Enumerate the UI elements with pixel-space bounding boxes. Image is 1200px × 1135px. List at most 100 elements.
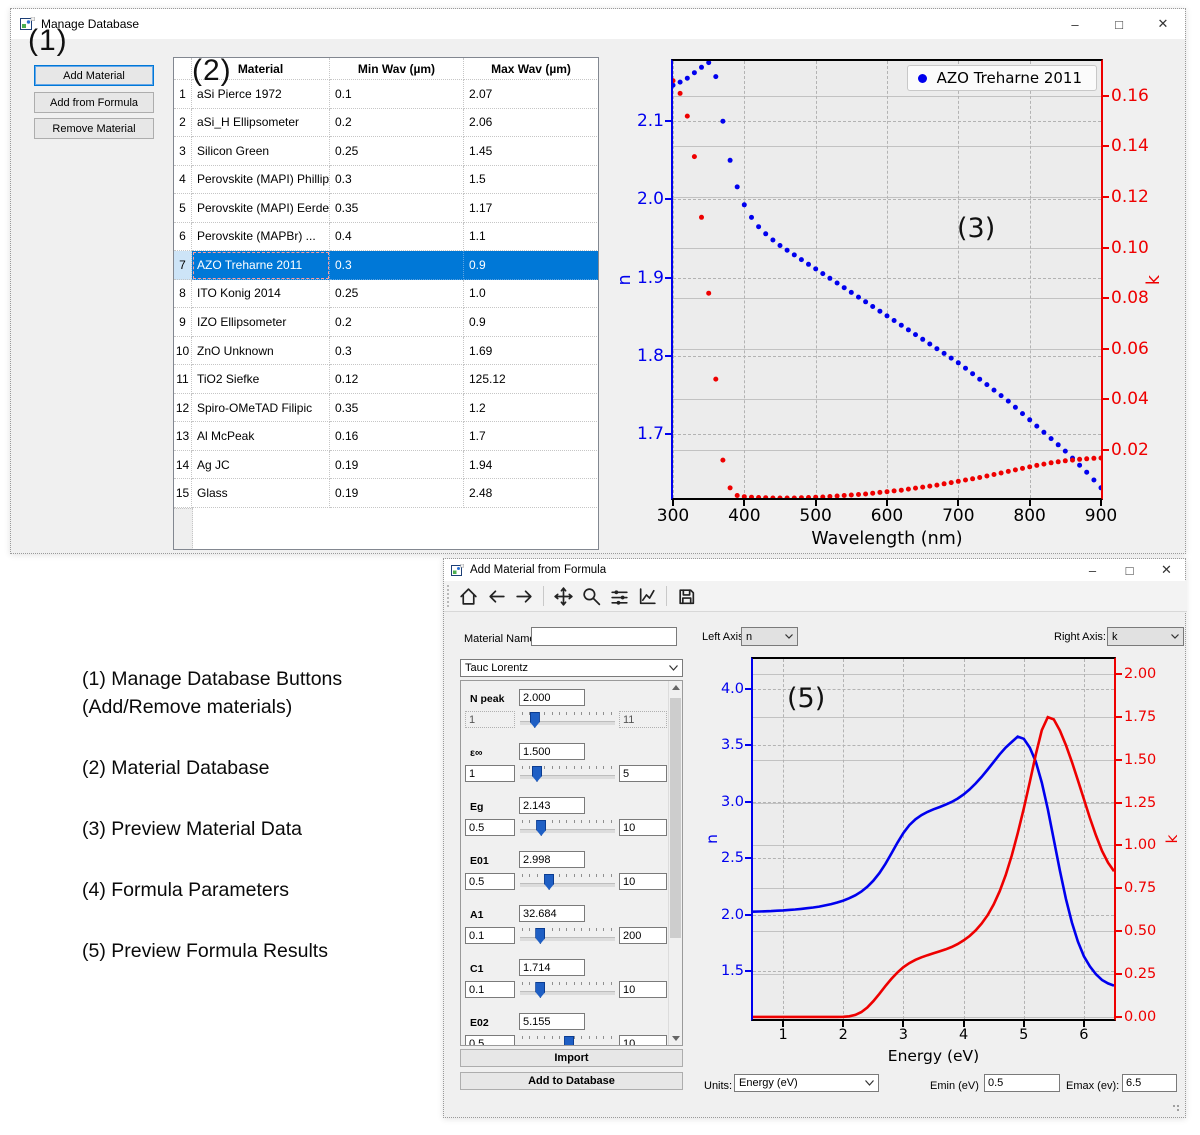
parameter-value-input[interactable] <box>519 851 585 868</box>
parameter-min-input[interactable] <box>465 873 515 890</box>
slider-track[interactable] <box>520 991 615 995</box>
close-button[interactable]: ✕ <box>1148 559 1185 581</box>
parameter-max-input[interactable] <box>619 927 667 944</box>
zoom-icon[interactable] <box>579 584 603 608</box>
material-name-input[interactable] <box>531 627 677 646</box>
formula-preview-chart[interactable]: 4.03.53.02.52.01.52.001.751.501.251.000.… <box>691 617 1187 1087</box>
parameter-max-input[interactable] <box>619 981 667 998</box>
toolbar-grip[interactable] <box>447 585 454 607</box>
maximize-button[interactable]: □ <box>1097 9 1141 39</box>
table-cell[interactable]: 1.69 <box>464 337 599 366</box>
table-cell[interactable]: 0.4 <box>330 223 464 252</box>
parameter-min-input[interactable] <box>465 981 515 998</box>
table-cell[interactable]: Perovskite (MAPI) Phillips <box>192 166 330 195</box>
add-to-database-button[interactable]: Add to Database <box>460 1072 683 1090</box>
table-cell[interactable]: Ag JC <box>192 451 330 480</box>
table-cell[interactable]: 0.16 <box>330 422 464 451</box>
table-cell[interactable]: 0.25 <box>330 137 464 166</box>
table-row-number[interactable]: 7 <box>174 251 192 280</box>
table-cell[interactable]: 0.12 <box>330 365 464 394</box>
table-cell[interactable]: Perovskite (MAPI) Eerden <box>192 194 330 223</box>
parameter-value-input[interactable] <box>519 905 585 922</box>
table-row-number[interactable]: 2 <box>174 109 192 138</box>
minimize-button[interactable]: – <box>1074 559 1111 581</box>
slider-track[interactable] <box>520 883 615 887</box>
table-cell[interactable]: IZO Ellipsometer <box>192 308 330 337</box>
slider-thumb[interactable] <box>564 1036 574 1046</box>
table-cell[interactable]: Glass <box>192 479 330 508</box>
formula-dropdown[interactable]: Tauc Lorentz <box>460 659 683 677</box>
table-row[interactable]: 10ZnO Unknown0.31.69 <box>174 337 599 366</box>
table-cell[interactable]: Silicon Green <box>192 137 330 166</box>
table-cell[interactable]: 0.19 <box>330 451 464 480</box>
table-row[interactable]: 7AZO Treharne 20110.30.9 <box>174 251 599 280</box>
table-row-number[interactable]: 12 <box>174 394 192 423</box>
table-row[interactable]: 2aSi_H Ellipsometer0.22.06 <box>174 109 599 138</box>
table-cell[interactable]: 0.35 <box>330 194 464 223</box>
table-row-number[interactable]: 6 <box>174 223 192 252</box>
table-cell[interactable]: 2.07 <box>464 80 599 109</box>
table-cell[interactable]: 0.9 <box>464 251 599 280</box>
resize-grip[interactable] <box>1172 1104 1182 1114</box>
units-dropdown[interactable]: Energy (eV) <box>734 1074 879 1092</box>
parameter-min-input[interactable] <box>465 927 515 944</box>
table-cell[interactable]: 2.48 <box>464 479 599 508</box>
parameter-max-input[interactable] <box>619 711 667 728</box>
table-cell[interactable]: 0.3 <box>330 337 464 366</box>
scroll-thumb[interactable] <box>670 698 681 938</box>
table-cell[interactable]: 1.0 <box>464 280 599 309</box>
table-header[interactable]: Min Wav (µm) <box>330 58 464 80</box>
table-row-number[interactable]: 3 <box>174 137 192 166</box>
pan-icon[interactable] <box>551 584 575 608</box>
table-row[interactable]: 6Perovskite (MAPBr) ...0.41.1 <box>174 223 599 252</box>
table-cell[interactable]: 1.2 <box>464 394 599 423</box>
table-row-number[interactable]: 9 <box>174 308 192 337</box>
table-cell[interactable]: 0.2 <box>330 109 464 138</box>
table-row-number[interactable]: 14 <box>174 451 192 480</box>
home-icon[interactable] <box>456 584 480 608</box>
table-cell[interactable]: ITO Konig 2014 <box>192 280 330 309</box>
parameter-max-input[interactable] <box>619 819 667 836</box>
table-row-number[interactable]: 13 <box>174 422 192 451</box>
table-cell[interactable]: 0.35 <box>330 394 464 423</box>
slider-thumb[interactable] <box>544 874 554 890</box>
table-cell[interactable]: Al McPeak <box>192 422 330 451</box>
parameter-value-input[interactable] <box>519 743 585 760</box>
table-row-number[interactable]: 10 <box>174 337 192 366</box>
slider-thumb[interactable] <box>530 712 540 728</box>
table-row[interactable]: 8ITO Konig 20140.251.0 <box>174 280 599 309</box>
parameter-max-input[interactable] <box>619 1035 667 1046</box>
parameter-min-input[interactable] <box>465 711 515 728</box>
table-cell[interactable]: AZO Treharne 2011 <box>192 251 330 280</box>
window2-titlebar[interactable]: Add Material from Formula – □ ✕ <box>444 559 1185 581</box>
slider-track[interactable] <box>520 937 615 941</box>
table-row[interactable]: 9IZO Ellipsometer0.20.9 <box>174 308 599 337</box>
table-cell[interactable]: 0.3 <box>330 251 464 280</box>
table-cell[interactable]: TiO2 Siefke <box>192 365 330 394</box>
table-row[interactable]: 11TiO2 Siefke0.12125.12 <box>174 365 599 394</box>
parameter-min-input[interactable] <box>465 1035 515 1046</box>
slider-thumb[interactable] <box>535 928 545 944</box>
save-icon[interactable] <box>674 584 698 608</box>
table-row[interactable]: 14Ag JC0.191.94 <box>174 451 599 480</box>
table-row-number[interactable]: 15 <box>174 479 192 508</box>
table-cell[interactable]: 1.17 <box>464 194 599 223</box>
add-material-button[interactable]: Add Material <box>34 65 154 86</box>
parameter-min-input[interactable] <box>465 819 515 836</box>
table-cell[interactable]: 2.06 <box>464 109 599 138</box>
emin-input[interactable] <box>984 1074 1060 1092</box>
table-cell[interactable]: 0.2 <box>330 308 464 337</box>
table-cell[interactable]: 0.9 <box>464 308 599 337</box>
table-row[interactable]: 15Glass0.192.48 <box>174 479 599 508</box>
remove-material-button[interactable]: Remove Material <box>34 118 154 139</box>
table-cell[interactable]: 125.12 <box>464 365 599 394</box>
close-button[interactable]: ✕ <box>1141 9 1185 39</box>
table-cell[interactable]: 1.94 <box>464 451 599 480</box>
table-cell[interactable]: Spiro-OMeTAD Filipic <box>192 394 330 423</box>
table-row[interactable]: 1aSi Pierce 19720.12.07 <box>174 80 599 109</box>
table-cell[interactable]: 0.25 <box>330 280 464 309</box>
table-row-number[interactable]: 8 <box>174 280 192 309</box>
table-header[interactable]: Max Wav (µm) <box>464 58 599 80</box>
parameter-value-input[interactable] <box>519 1013 585 1030</box>
table-row-number[interactable]: 5 <box>174 194 192 223</box>
